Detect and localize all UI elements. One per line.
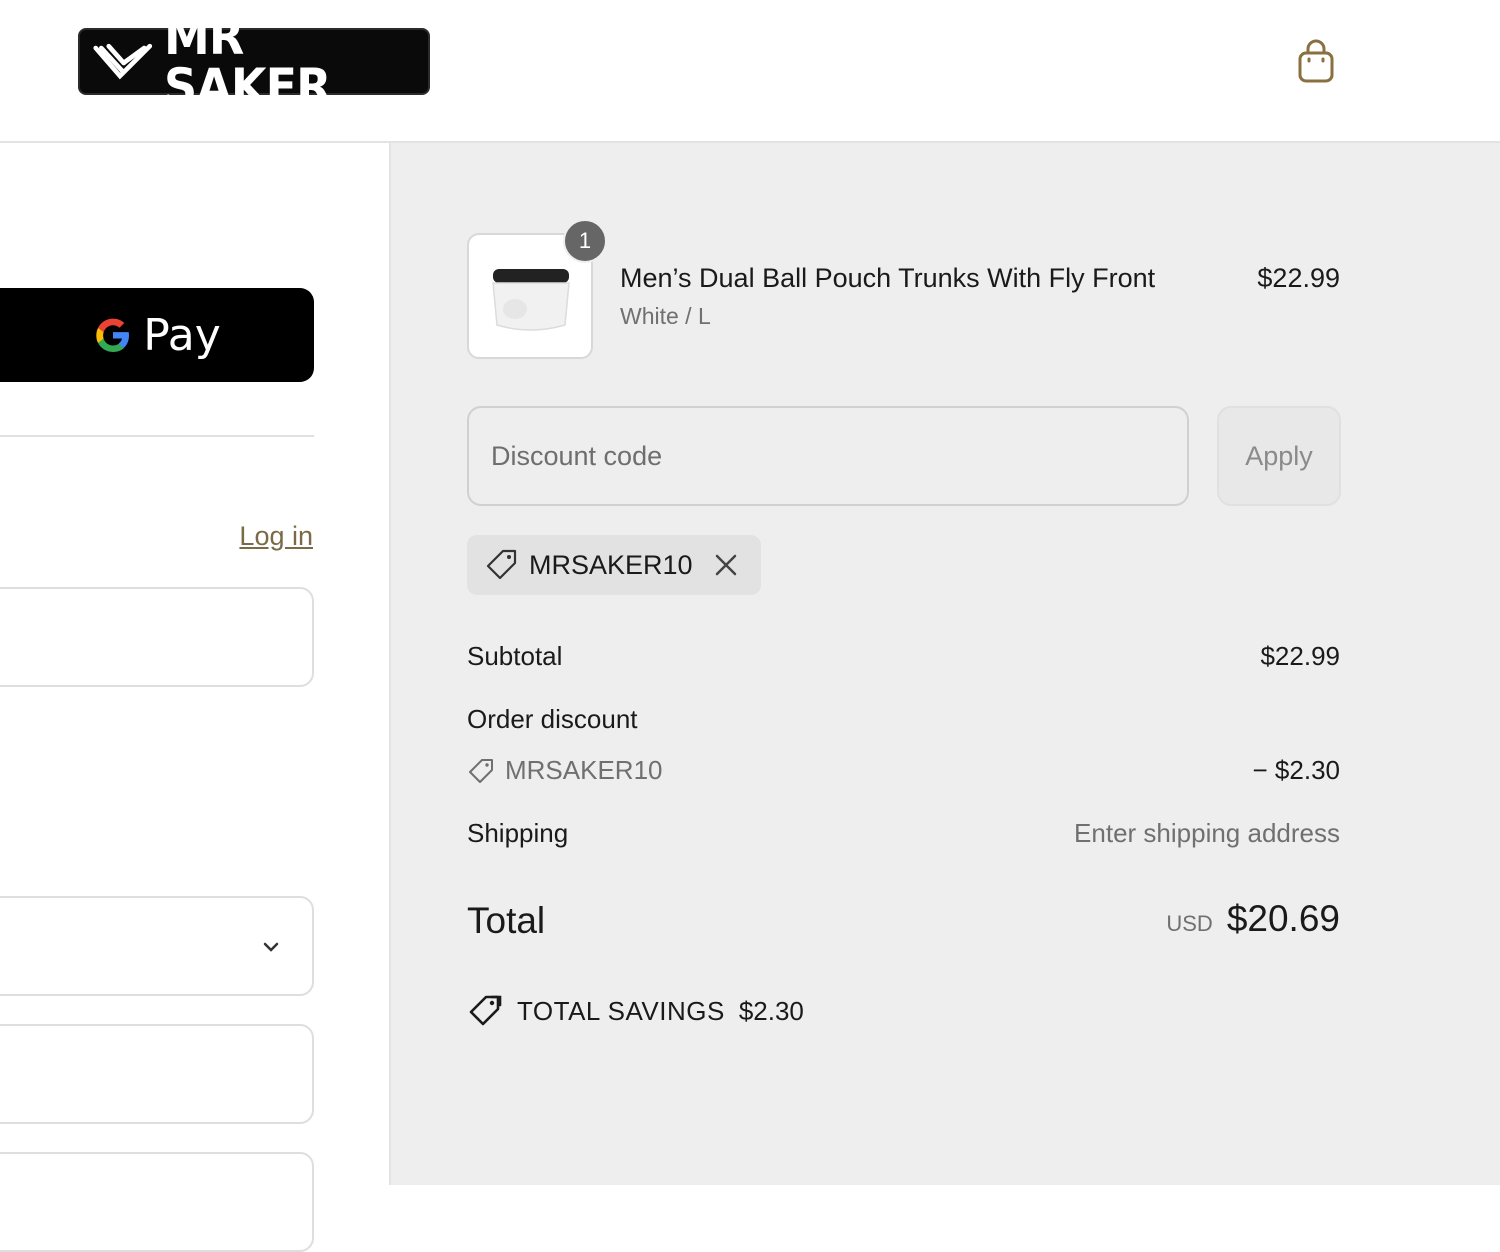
discount-code-input[interactable] [467, 406, 1189, 506]
order-discount-label: Order discount [467, 704, 638, 734]
subtotal-label: Subtotal [467, 641, 563, 671]
total-label: Total [467, 900, 546, 941]
logo-text: MR SAKER [163, 7, 332, 116]
order-discount-code-row: MRSAKER10 [467, 755, 663, 786]
divider [0, 435, 314, 437]
email-field[interactable] [0, 587, 314, 687]
remove-discount-icon[interactable] [713, 552, 739, 578]
wings-logo-icon [93, 43, 153, 79]
currency-code: USD [1166, 911, 1213, 936]
shipping-value: Enter shipping address [1074, 818, 1340, 848]
total-savings-label: TOTAL SAVINGS [517, 995, 725, 1026]
total-savings-amount: $2.30 [738, 995, 804, 1026]
shopping-bag-icon [1298, 39, 1334, 83]
subtotal-value: $22.99 [1260, 641, 1340, 671]
product-variant: White / L [620, 303, 711, 329]
order-summary-panel: 1 Men’s Dual Ball Pouch Trunks With Fly … [389, 143, 1500, 1185]
country-select[interactable] [0, 896, 314, 996]
shipping-label: Shipping [467, 818, 569, 848]
google-g-icon [96, 318, 130, 352]
order-discount-code: MRSAKER10 [505, 755, 663, 785]
product-price: $22.99 [1257, 263, 1340, 293]
quantity-badge: 1 [563, 219, 607, 263]
applied-discount-chip: MRSAKER10 [467, 535, 761, 595]
tag-icon [486, 549, 517, 580]
google-pay-label: Pay [143, 309, 221, 361]
product-thumbnail: 1 [467, 219, 607, 359]
total-amount: $20.69 [1226, 898, 1340, 939]
logo[interactable]: MR SAKER [78, 12, 430, 112]
product-image [485, 239, 577, 355]
header: MR SAKER [0, 0, 1500, 143]
product-title: Men’s Dual Ball Pouch Trunks With Fly Fr… [620, 263, 1156, 293]
first-name-field[interactable] [0, 1024, 314, 1124]
log-in-link[interactable]: Log in [239, 521, 313, 552]
savings-tag-icon [469, 995, 502, 1026]
total-savings: TOTAL SAVINGS $2.30 [467, 993, 804, 1029]
cart-button[interactable] [1290, 36, 1342, 88]
google-pay-button[interactable]: Pay [0, 288, 314, 382]
chevron-down-icon [263, 942, 279, 952]
checkout-form-panel: Pay Log in [0, 143, 389, 1252]
order-discount-value: − $2.30 [1252, 755, 1340, 785]
apply-discount-button[interactable]: Apply [1217, 406, 1341, 506]
applied-discount-code: MRSAKER10 [529, 549, 693, 580]
address-field[interactable] [0, 1152, 314, 1252]
tag-icon [469, 758, 493, 783]
total-value: USD $20.69 [1166, 898, 1340, 940]
